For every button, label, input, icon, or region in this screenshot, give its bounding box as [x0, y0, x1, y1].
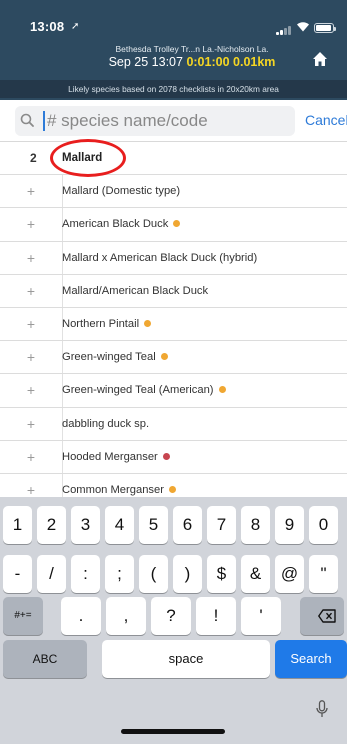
checklist-location: Bethesda Trolley Tr...n La.-Nicholson La… [115, 44, 269, 54]
key[interactable]: , [106, 597, 146, 635]
species-name-text: Northern Pintail [62, 317, 140, 330]
key[interactable]: ? [151, 597, 191, 635]
microphone-icon[interactable] [316, 700, 328, 718]
key[interactable]: ' [241, 597, 281, 635]
add-count-button[interactable]: + [0, 308, 62, 340]
species-name: Mallard/American Black Duck [62, 275, 208, 308]
key[interactable]: ! [196, 597, 236, 635]
species-name-text: American Black Duck [62, 218, 169, 231]
species-name-text: Hooded Merganser [62, 450, 158, 463]
highlight-annotation [50, 139, 126, 177]
keyboard: 1 2 3 4 5 6 7 8 9 0 - / : ; ( ) $ & @ " … [0, 497, 347, 744]
species-name: Mallard (Domestic type) [62, 175, 180, 208]
species-name: Hooded Merganser [62, 441, 170, 474]
species-name-text: dabbling duck sp. [62, 417, 150, 430]
key[interactable]: ; [105, 555, 134, 593]
species-name: Northern Pintail [62, 308, 152, 341]
key[interactable]: 7 [207, 506, 236, 544]
key[interactable]: - [3, 555, 32, 593]
rarity-dot-icon [162, 452, 170, 460]
checklist-start: Sep 25 13:07 [108, 55, 183, 69]
species-name: Green-winged Teal (American) [62, 374, 226, 407]
add-count-button[interactable]: + [0, 275, 62, 307]
species-name: Green-winged Teal [62, 341, 168, 374]
key[interactable]: $ [207, 555, 236, 593]
cellular-signal-icon [276, 25, 292, 35]
species-name-text: Green-winged Teal [62, 351, 156, 364]
checklist-distance: 0.01km [233, 55, 276, 69]
rarity-dot-icon [144, 319, 152, 327]
species-row[interactable]: + Green-winged Teal [0, 341, 347, 375]
species-row[interactable]: + Hooded Merganser [0, 440, 347, 474]
key[interactable]: ( [139, 555, 168, 593]
species-list: 2 Mallard + Mallard (Domestic type) + Am… [0, 142, 347, 508]
battery-icon [314, 23, 336, 33]
add-count-button[interactable]: + [0, 341, 62, 373]
delete-key[interactable] [300, 597, 344, 635]
key[interactable]: " [309, 555, 338, 593]
species-name: American Black Duck [62, 208, 181, 241]
symbols-shift-key[interactable]: #+= [3, 597, 43, 635]
key[interactable]: 0 [309, 506, 338, 544]
app-header: 13:08 ➚ Bethesda Trolley Tr...n La.-Nich… [0, 0, 347, 100]
key[interactable]: / [37, 555, 66, 593]
species-row[interactable]: + Green-winged Teal (American) [0, 374, 347, 408]
species-name-text: Common Merganser [62, 483, 164, 496]
species-search-input[interactable] [47, 106, 287, 136]
status-time: 13:08 [30, 19, 65, 34]
wifi-icon [296, 21, 310, 35]
species-row[interactable]: + Mallard/American Black Duck [0, 274, 347, 308]
key[interactable]: ) [173, 555, 202, 593]
backspace-icon [318, 609, 336, 623]
home-indicator [121, 729, 225, 734]
key[interactable]: . [61, 597, 101, 635]
species-row[interactable]: + Northern Pintail [0, 307, 347, 342]
species-name-text: Green-winged Teal (American) [62, 384, 214, 397]
species-row[interactable]: + Mallard x American Black Duck (hybrid) [0, 241, 347, 275]
location-arrow-icon: ➚ [71, 21, 80, 32]
key[interactable]: 2 [37, 506, 66, 544]
key[interactable]: : [71, 555, 100, 593]
add-count-button[interactable]: + [0, 374, 62, 406]
add-count-button[interactable]: + [0, 175, 62, 207]
rarity-dot-icon [218, 386, 226, 394]
key[interactable]: & [241, 555, 270, 593]
key[interactable]: @ [275, 555, 304, 593]
rarity-dot-icon [173, 220, 181, 228]
key[interactable]: 4 [105, 506, 134, 544]
add-count-button[interactable]: + [0, 441, 62, 473]
species-name: Mallard x American Black Duck (hybrid) [62, 242, 257, 275]
key[interactable]: 1 [3, 506, 32, 544]
search-box[interactable] [15, 106, 295, 136]
key[interactable]: 5 [139, 506, 168, 544]
species-row[interactable]: + American Black Duck [0, 208, 347, 242]
checklist-summary: Sep 25 13:07 0:01:00 0.01km [92, 55, 292, 69]
species-name-text: Mallard/American Black Duck [62, 284, 209, 297]
add-count-button[interactable]: + [0, 242, 62, 274]
rarity-dot-icon [160, 353, 168, 361]
search-key[interactable]: Search [275, 640, 347, 678]
key[interactable]: 9 [275, 506, 304, 544]
key[interactable]: 6 [173, 506, 202, 544]
species-row[interactable]: + dabbling duck sp. [0, 407, 347, 441]
add-count-button[interactable]: + [0, 408, 62, 440]
search-row: Cancel [0, 100, 347, 142]
search-icon [20, 113, 34, 127]
species-row[interactable]: + Mallard (Domestic type) [0, 175, 347, 209]
add-count-button[interactable]: + [0, 208, 62, 240]
text-cursor [43, 111, 45, 131]
species-name-text: Mallard (Domestic type) [62, 185, 181, 198]
rarity-dot-icon [168, 485, 176, 493]
space-key[interactable]: space [102, 640, 270, 678]
key[interactable]: 3 [71, 506, 100, 544]
species-name: dabbling duck sp. [62, 408, 149, 441]
info-bar: Likely species based on 2078 checklists … [0, 80, 347, 98]
key[interactable]: 8 [241, 506, 270, 544]
abc-key[interactable]: ABC [3, 640, 87, 678]
species-name-text: Mallard x American Black Duck (hybrid) [62, 251, 258, 264]
home-icon[interactable] [312, 51, 328, 67]
cancel-button[interactable]: Cancel [305, 112, 347, 128]
checklist-duration: 0:01:00 [186, 55, 230, 69]
